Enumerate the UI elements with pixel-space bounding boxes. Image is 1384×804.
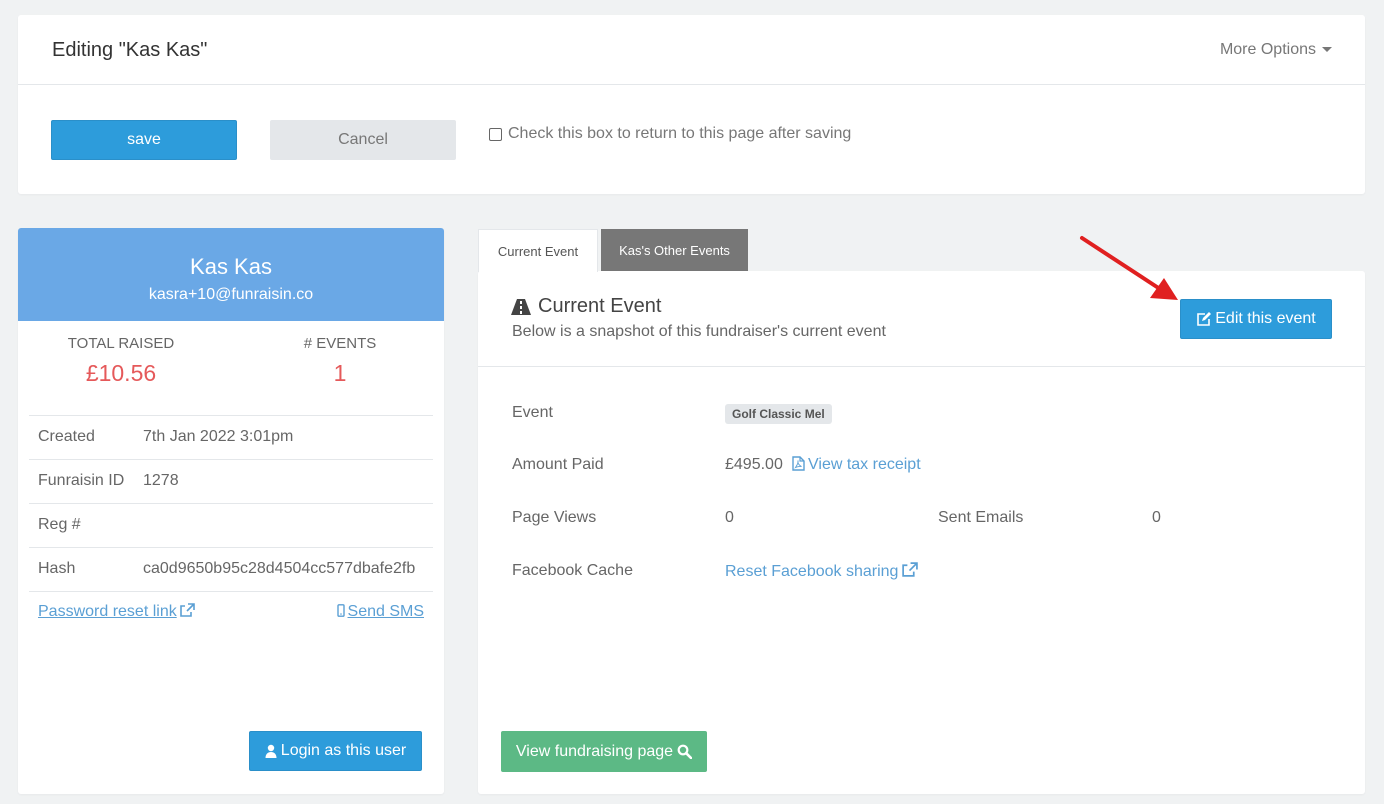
detail-row-created: Created 7th Jan 2022 3:01pm (29, 415, 433, 459)
save-button[interactable]: save (51, 120, 237, 160)
events-count-value: 1 (333, 360, 347, 386)
total-raised-stat: TOTAL RAISED £10.56 (21, 335, 221, 387)
return-checkbox-label: Check this box to return to this page af… (508, 125, 852, 142)
return-checkbox[interactable]: Check this box to return to this page af… (489, 125, 851, 143)
facebook-cache-label: Facebook Cache (512, 562, 633, 579)
view-tax-receipt-label: View tax receipt (808, 456, 921, 473)
detail-key: Funraisin ID (38, 472, 125, 489)
view-fundraising-page-button[interactable]: View fundraising page (501, 731, 707, 772)
user-email: kasra+10@funraisin.co (148, 286, 314, 303)
detail-key: Reg # (38, 516, 81, 533)
event-label: Event (512, 404, 553, 421)
tab-current-event[interactable]: Current Event (478, 229, 598, 272)
red-arrow-icon (1080, 236, 1178, 300)
search-icon (677, 744, 693, 759)
login-as-user-button[interactable]: Login as this user (249, 731, 422, 771)
detail-row-hash: Hash ca0d9650b95c28d4504cc577dbafe2fb (29, 547, 433, 591)
divider (29, 591, 433, 592)
event-subtitle: Below is a snapshot of this fundraiser's… (512, 323, 886, 340)
road-icon (511, 298, 531, 315)
user-icon (265, 744, 277, 758)
event-title-text: Current Event (538, 295, 662, 317)
more-options-label: More Options (1219, 41, 1316, 58)
events-count-label: # EVENTS (303, 335, 377, 352)
external-link-icon (179, 603, 195, 617)
detail-value: 1278 (143, 472, 179, 489)
view-tax-receipt-link[interactable]: View tax receipt (792, 456, 921, 474)
edit-event-label: Edit this event (1215, 310, 1316, 327)
send-sms-link[interactable]: Send SMS (336, 603, 424, 621)
event-header: Current Event Below is a snapshot of thi… (478, 271, 1365, 367)
sent-emails-label: Sent Emails (938, 509, 1024, 526)
detail-value: ca0d9650b95c28d4504cc577dbafe2fb (143, 560, 416, 577)
caret-down-icon (1322, 47, 1332, 53)
file-pdf-icon (792, 456, 805, 471)
current-event-card: Current Event Below is a snapshot of thi… (478, 271, 1365, 794)
detail-key: Created (38, 428, 95, 445)
user-profile-card: Kas Kas kasra+10@funraisin.co TOTAL RAIS… (18, 228, 444, 794)
detail-key: Hash (38, 560, 76, 577)
password-reset-label: Password reset link (38, 603, 177, 620)
tab-other-events[interactable]: Kas's Other Events (601, 229, 748, 272)
more-options-dropdown[interactable]: More Options (1220, 41, 1332, 59)
reset-facebook-label: Reset Facebook sharing (725, 563, 899, 580)
password-reset-link[interactable]: Password reset link (38, 603, 195, 621)
send-sms-label: Send SMS (347, 603, 424, 620)
edit-icon (1197, 312, 1212, 326)
amount-paid-value: £495.00 (725, 456, 783, 473)
total-raised-value: £10.56 (85, 360, 157, 386)
mobile-icon (336, 604, 345, 617)
page-views-label: Page Views (512, 509, 597, 526)
reset-facebook-sharing-link[interactable]: Reset Facebook sharing (725, 562, 919, 581)
external-link-icon (902, 562, 919, 577)
event-name-badge: Golf Classic Mel (725, 404, 832, 424)
user-header: Kas Kas kasra+10@funraisin.co (18, 228, 444, 321)
edit-form-header: Editing "Kas Kas" More Options (18, 15, 1365, 85)
events-count-stat: # EVENTS 1 (240, 335, 440, 387)
view-fundraising-page-label: View fundraising page (515, 742, 674, 760)
checkbox-box[interactable] (489, 127, 502, 141)
detail-row-funraisin-id: Funraisin ID 1278 (29, 459, 433, 503)
page-title: Editing "Kas Kas" (52, 39, 208, 61)
detail-row-reg: Reg # (29, 503, 433, 547)
page-views-value: 0 (725, 509, 734, 526)
edit-event-button[interactable]: Edit this event (1180, 299, 1332, 339)
sent-emails-value: 0 (1152, 509, 1161, 526)
event-title: Current Event (511, 295, 661, 318)
login-as-user-label: Login as this user (280, 742, 407, 759)
cancel-button[interactable]: Cancel (270, 120, 456, 160)
amount-paid-label: Amount Paid (512, 456, 604, 473)
user-name: Kas Kas (190, 254, 272, 279)
detail-value: 7th Jan 2022 3:01pm (143, 428, 294, 445)
total-raised-label: TOTAL RAISED (67, 335, 175, 352)
edit-form-card: Editing "Kas Kas" More Options save Canc… (18, 15, 1365, 194)
